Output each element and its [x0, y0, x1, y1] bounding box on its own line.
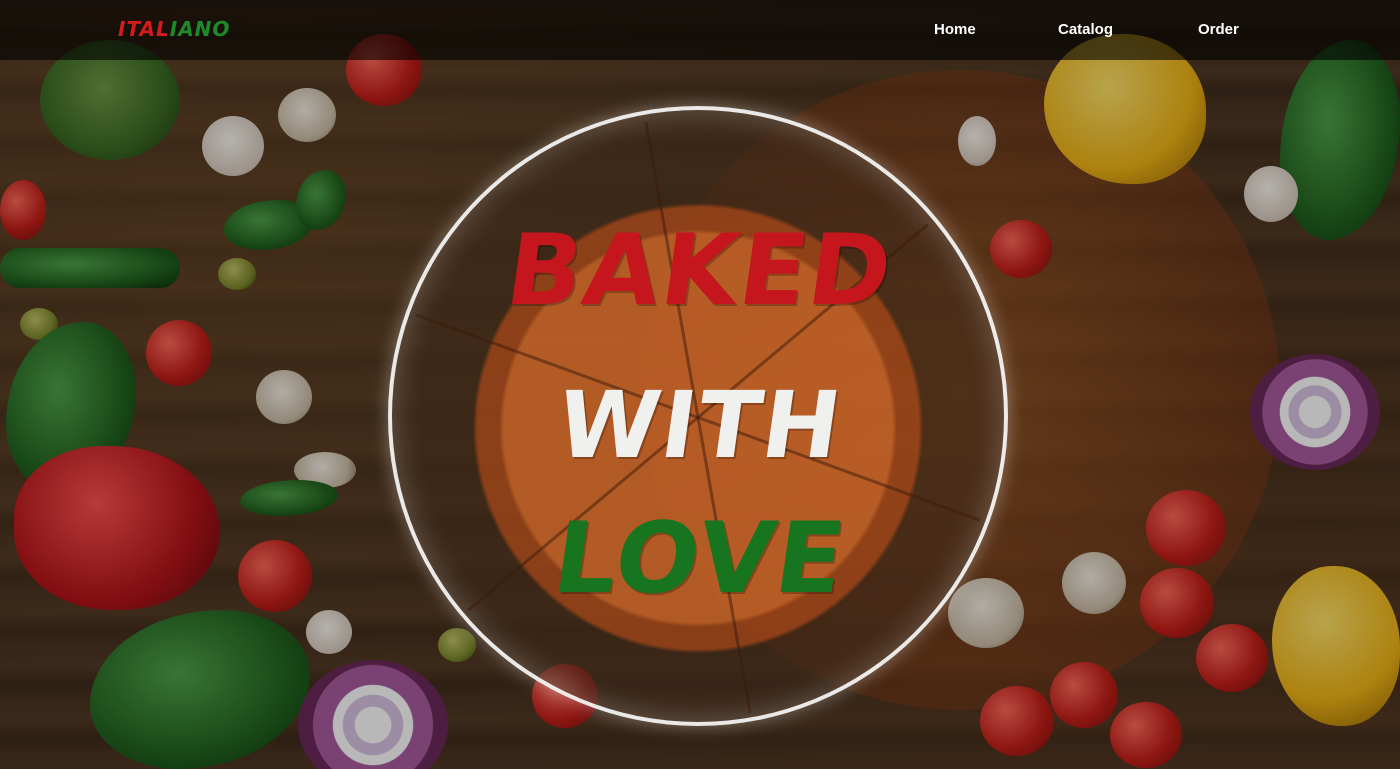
- nav-link-catalog[interactable]: Catalog: [1058, 21, 1113, 38]
- logo-part-1: Ital: [118, 17, 170, 41]
- hero-heading-line-3: Love: [546, 502, 854, 616]
- nav-link-order[interactable]: Order: [1198, 21, 1239, 38]
- logo-part-2: iano: [169, 17, 231, 41]
- hero-heading-line-1: Baked: [499, 214, 901, 328]
- site-logo[interactable]: Italiano: [118, 17, 230, 41]
- page: Baked With Love Italiano Home Catalog Or…: [0, 0, 1400, 769]
- nav-link-home[interactable]: Home: [934, 21, 976, 38]
- hero-heading-line-2: With: [550, 372, 850, 479]
- top-navbar: Italiano Home Catalog Order: [0, 0, 1400, 60]
